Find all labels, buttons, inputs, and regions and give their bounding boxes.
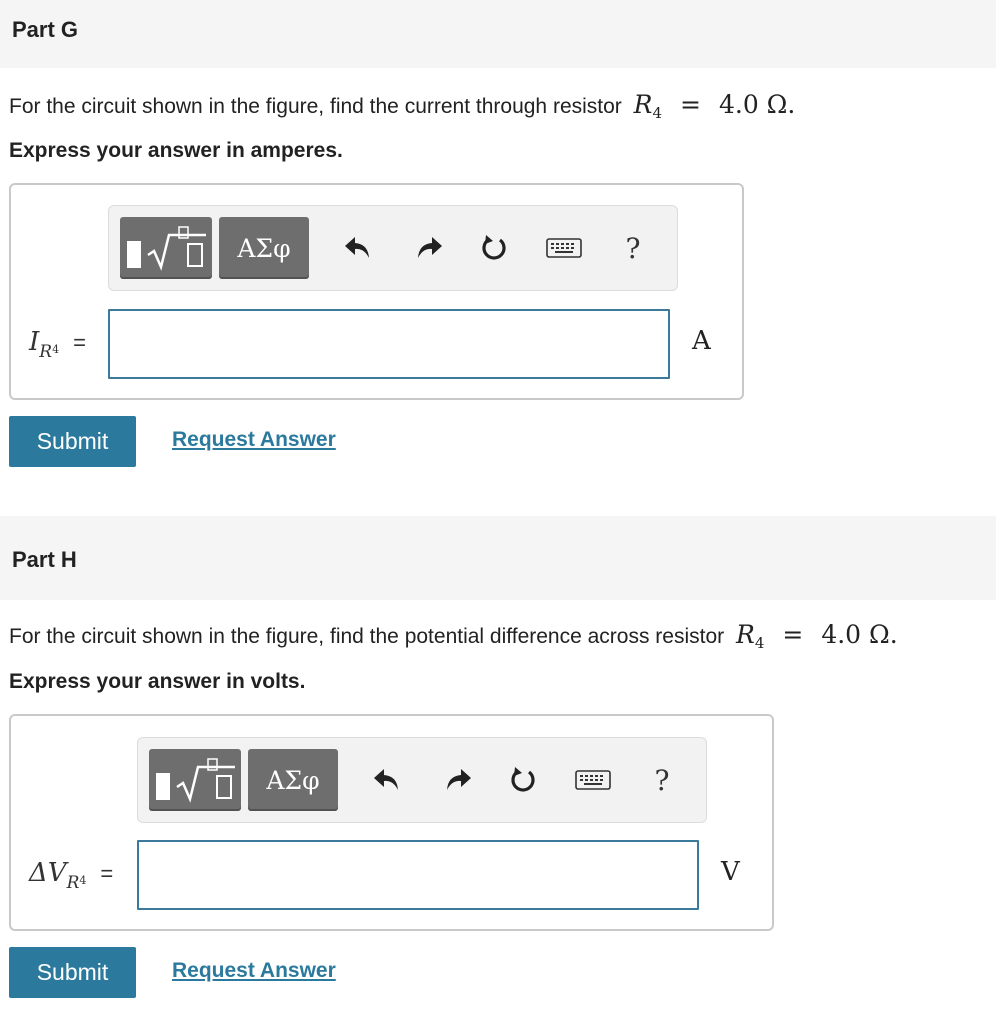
resistor-symbol: R: [633, 90, 653, 119]
question-label: For the circuit shown in the figure, fin…: [9, 95, 622, 118]
answer-input[interactable]: [137, 840, 699, 910]
resistor-index: 4: [754, 634, 765, 652]
part-title: Part H: [12, 547, 77, 572]
undo-icon[interactable]: [367, 760, 407, 800]
templates-icon: [127, 226, 206, 271]
greek-symbols-button[interactable]: ΑΣφ: [219, 217, 309, 279]
reset-icon[interactable]: [474, 228, 514, 268]
answer-instruction: Express your answer in volts.: [9, 670, 306, 693]
part-title: Part G: [12, 17, 79, 42]
redo-icon[interactable]: [438, 760, 478, 800]
redo-icon[interactable]: [409, 228, 449, 268]
reset-icon[interactable]: [503, 760, 543, 800]
templates-button[interactable]: [120, 217, 212, 279]
answer-input[interactable]: [108, 309, 670, 379]
variable-label: ΔVR4 =: [29, 858, 114, 893]
variable-main: ΔV: [29, 858, 67, 888]
math-toolbar: ΑΣφ ?: [108, 205, 678, 291]
keyboard-icon[interactable]: [573, 760, 613, 800]
variable-equals: =: [73, 330, 86, 355]
equals-sign: =: [680, 90, 701, 119]
resistor-expression: R4 = 4.0 Ω.: [633, 90, 796, 122]
answer-box: ΑΣφ ? ΔVR4 = V: [9, 714, 774, 931]
resistor-index: 4: [652, 104, 663, 122]
request-answer-link[interactable]: Request Answer: [172, 428, 336, 452]
unit-label: V: [721, 857, 740, 887]
resistor-symbol: R: [735, 620, 755, 649]
variable-subsubscript: 4: [79, 874, 87, 887]
undo-icon[interactable]: [338, 228, 378, 268]
resistor-value: 4.0 Ω.: [718, 90, 796, 119]
equals-sign: =: [782, 620, 804, 649]
part-g-header: Part G: [0, 0, 996, 68]
variable-main: I: [29, 327, 40, 357]
part-h-header: Part H: [0, 516, 996, 600]
answer-box: ΑΣφ ? IR4 = A: [9, 183, 744, 400]
resistor-expression: R4 = 4.0 Ω.: [735, 620, 898, 652]
help-button[interactable]: ?: [613, 228, 653, 268]
answer-instruction: Express your answer in amperes.: [9, 139, 343, 162]
question-label: For the circuit shown in the figure, fin…: [9, 625, 725, 648]
resistor-value: 4.0 Ω.: [821, 620, 898, 649]
greek-symbols-button[interactable]: ΑΣφ: [248, 749, 338, 811]
variable-subscript: R: [66, 873, 80, 893]
unit-label: A: [692, 326, 711, 356]
submit-button[interactable]: Submit: [9, 947, 136, 998]
question-text: For the circuit shown in the figure, fin…: [9, 90, 796, 122]
variable-label: IR4 =: [29, 327, 86, 362]
keyboard-icon[interactable]: [544, 228, 584, 268]
templates-button[interactable]: [149, 749, 241, 811]
variable-subsubscript: 4: [52, 343, 60, 356]
variable-equals: =: [100, 861, 114, 886]
submit-button[interactable]: Submit: [9, 416, 136, 467]
variable-subscript: R: [39, 342, 53, 362]
request-answer-link[interactable]: Request Answer: [172, 959, 336, 983]
help-button[interactable]: ?: [642, 760, 682, 800]
templates-icon: [156, 758, 235, 803]
math-toolbar: ΑΣφ ?: [137, 737, 707, 823]
question-text: For the circuit shown in the figure, fin…: [9, 620, 898, 652]
